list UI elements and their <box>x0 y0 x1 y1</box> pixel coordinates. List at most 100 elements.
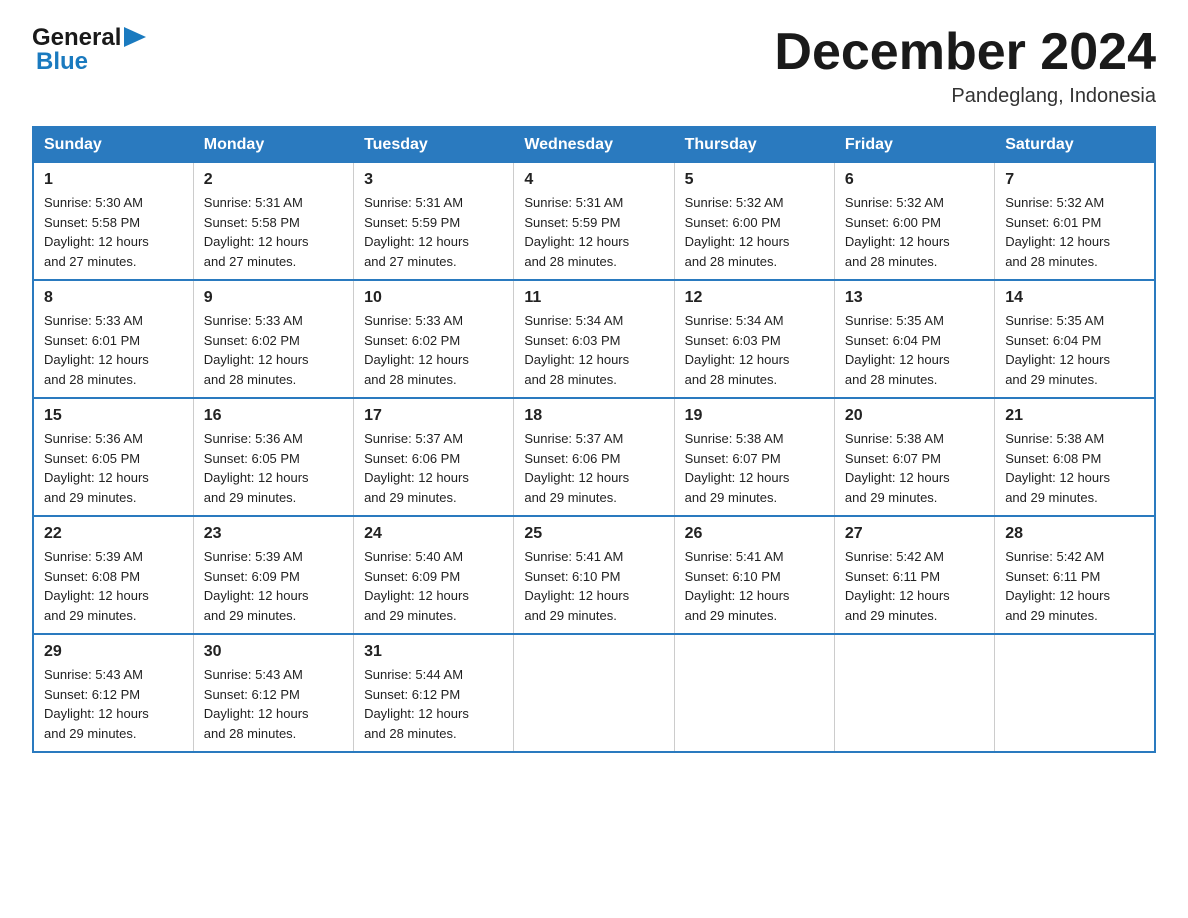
calendar-cell: 20 Sunrise: 5:38 AMSunset: 6:07 PMDaylig… <box>834 398 994 516</box>
col-header-tuesday: Tuesday <box>354 127 514 163</box>
calendar-cell: 23 Sunrise: 5:39 AMSunset: 6:09 PMDaylig… <box>193 516 353 634</box>
calendar-cell: 5 Sunrise: 5:32 AMSunset: 6:00 PMDayligh… <box>674 163 834 281</box>
calendar-cell: 27 Sunrise: 5:42 AMSunset: 6:11 PMDaylig… <box>834 516 994 634</box>
day-info: Sunrise: 5:36 AMSunset: 6:05 PMDaylight:… <box>44 431 149 505</box>
day-info: Sunrise: 5:30 AMSunset: 5:58 PMDaylight:… <box>44 195 149 269</box>
day-info: Sunrise: 5:43 AMSunset: 6:12 PMDaylight:… <box>44 667 149 741</box>
calendar-header-row: SundayMondayTuesdayWednesdayThursdayFrid… <box>33 127 1155 163</box>
calendar-cell <box>995 634 1155 752</box>
calendar-cell: 28 Sunrise: 5:42 AMSunset: 6:11 PMDaylig… <box>995 516 1155 634</box>
calendar-cell: 18 Sunrise: 5:37 AMSunset: 6:06 PMDaylig… <box>514 398 674 516</box>
day-number: 31 <box>364 643 503 661</box>
day-info: Sunrise: 5:32 AMSunset: 6:00 PMDaylight:… <box>845 195 950 269</box>
day-number: 4 <box>524 171 663 189</box>
day-info: Sunrise: 5:41 AMSunset: 6:10 PMDaylight:… <box>524 549 629 623</box>
calendar-cell: 13 Sunrise: 5:35 AMSunset: 6:04 PMDaylig… <box>834 280 994 398</box>
day-info: Sunrise: 5:44 AMSunset: 6:12 PMDaylight:… <box>364 667 469 741</box>
day-number: 15 <box>44 407 183 425</box>
logo: General Blue <box>32 24 146 76</box>
day-number: 14 <box>1005 289 1144 307</box>
day-info: Sunrise: 5:31 AMSunset: 5:59 PMDaylight:… <box>364 195 469 269</box>
day-number: 18 <box>524 407 663 425</box>
calendar-cell <box>834 634 994 752</box>
calendar-week-1: 1 Sunrise: 5:30 AMSunset: 5:58 PMDayligh… <box>33 163 1155 281</box>
col-header-friday: Friday <box>834 127 994 163</box>
day-info: Sunrise: 5:36 AMSunset: 6:05 PMDaylight:… <box>204 431 309 505</box>
day-number: 7 <box>1005 171 1144 189</box>
calendar-cell: 21 Sunrise: 5:38 AMSunset: 6:08 PMDaylig… <box>995 398 1155 516</box>
calendar-cell: 24 Sunrise: 5:40 AMSunset: 6:09 PMDaylig… <box>354 516 514 634</box>
day-info: Sunrise: 5:34 AMSunset: 6:03 PMDaylight:… <box>685 313 790 387</box>
calendar-week-3: 15 Sunrise: 5:36 AMSunset: 6:05 PMDaylig… <box>33 398 1155 516</box>
calendar-cell: 17 Sunrise: 5:37 AMSunset: 6:06 PMDaylig… <box>354 398 514 516</box>
col-header-wednesday: Wednesday <box>514 127 674 163</box>
title-area: December 2024 Pandeglang, Indonesia <box>774 24 1156 108</box>
day-info: Sunrise: 5:43 AMSunset: 6:12 PMDaylight:… <box>204 667 309 741</box>
day-info: Sunrise: 5:39 AMSunset: 6:09 PMDaylight:… <box>204 549 309 623</box>
page-header: General Blue December 2024 Pandeglang, I… <box>32 24 1156 108</box>
calendar-cell: 25 Sunrise: 5:41 AMSunset: 6:10 PMDaylig… <box>514 516 674 634</box>
day-info: Sunrise: 5:39 AMSunset: 6:08 PMDaylight:… <box>44 549 149 623</box>
day-number: 13 <box>845 289 984 307</box>
day-number: 16 <box>204 407 343 425</box>
day-info: Sunrise: 5:33 AMSunset: 6:01 PMDaylight:… <box>44 313 149 387</box>
calendar-cell: 8 Sunrise: 5:33 AMSunset: 6:01 PMDayligh… <box>33 280 193 398</box>
col-header-sunday: Sunday <box>33 127 193 163</box>
calendar-week-2: 8 Sunrise: 5:33 AMSunset: 6:01 PMDayligh… <box>33 280 1155 398</box>
day-info: Sunrise: 5:33 AMSunset: 6:02 PMDaylight:… <box>204 313 309 387</box>
day-number: 10 <box>364 289 503 307</box>
day-info: Sunrise: 5:38 AMSunset: 6:08 PMDaylight:… <box>1005 431 1110 505</box>
day-number: 17 <box>364 407 503 425</box>
day-info: Sunrise: 5:34 AMSunset: 6:03 PMDaylight:… <box>524 313 629 387</box>
calendar-cell: 3 Sunrise: 5:31 AMSunset: 5:59 PMDayligh… <box>354 163 514 281</box>
day-number: 24 <box>364 525 503 543</box>
calendar-week-5: 29 Sunrise: 5:43 AMSunset: 6:12 PMDaylig… <box>33 634 1155 752</box>
day-number: 11 <box>524 289 663 307</box>
calendar-cell: 30 Sunrise: 5:43 AMSunset: 6:12 PMDaylig… <box>193 634 353 752</box>
calendar-cell: 15 Sunrise: 5:36 AMSunset: 6:05 PMDaylig… <box>33 398 193 516</box>
day-info: Sunrise: 5:41 AMSunset: 6:10 PMDaylight:… <box>685 549 790 623</box>
day-info: Sunrise: 5:40 AMSunset: 6:09 PMDaylight:… <box>364 549 469 623</box>
calendar-cell: 12 Sunrise: 5:34 AMSunset: 6:03 PMDaylig… <box>674 280 834 398</box>
calendar-cell: 19 Sunrise: 5:38 AMSunset: 6:07 PMDaylig… <box>674 398 834 516</box>
day-number: 8 <box>44 289 183 307</box>
col-header-monday: Monday <box>193 127 353 163</box>
calendar-cell: 22 Sunrise: 5:39 AMSunset: 6:08 PMDaylig… <box>33 516 193 634</box>
day-number: 5 <box>685 171 824 189</box>
day-info: Sunrise: 5:38 AMSunset: 6:07 PMDaylight:… <box>845 431 950 505</box>
day-number: 22 <box>44 525 183 543</box>
day-number: 19 <box>685 407 824 425</box>
calendar-cell: 2 Sunrise: 5:31 AMSunset: 5:58 PMDayligh… <box>193 163 353 281</box>
day-info: Sunrise: 5:38 AMSunset: 6:07 PMDaylight:… <box>685 431 790 505</box>
calendar-cell: 29 Sunrise: 5:43 AMSunset: 6:12 PMDaylig… <box>33 634 193 752</box>
calendar-cell: 4 Sunrise: 5:31 AMSunset: 5:59 PMDayligh… <box>514 163 674 281</box>
day-number: 6 <box>845 171 984 189</box>
calendar-cell: 26 Sunrise: 5:41 AMSunset: 6:10 PMDaylig… <box>674 516 834 634</box>
day-number: 27 <box>845 525 984 543</box>
logo-blue-text: Blue <box>36 48 146 76</box>
calendar-cell: 10 Sunrise: 5:33 AMSunset: 6:02 PMDaylig… <box>354 280 514 398</box>
calendar-cell: 1 Sunrise: 5:30 AMSunset: 5:58 PMDayligh… <box>33 163 193 281</box>
day-info: Sunrise: 5:42 AMSunset: 6:11 PMDaylight:… <box>1005 549 1110 623</box>
day-info: Sunrise: 5:31 AMSunset: 5:58 PMDaylight:… <box>204 195 309 269</box>
calendar-cell: 6 Sunrise: 5:32 AMSunset: 6:00 PMDayligh… <box>834 163 994 281</box>
day-number: 30 <box>204 643 343 661</box>
location: Pandeglang, Indonesia <box>774 85 1156 108</box>
calendar-cell: 31 Sunrise: 5:44 AMSunset: 6:12 PMDaylig… <box>354 634 514 752</box>
day-info: Sunrise: 5:32 AMSunset: 6:01 PMDaylight:… <box>1005 195 1110 269</box>
day-number: 21 <box>1005 407 1144 425</box>
calendar-cell <box>674 634 834 752</box>
day-info: Sunrise: 5:37 AMSunset: 6:06 PMDaylight:… <box>524 431 629 505</box>
day-number: 1 <box>44 171 183 189</box>
day-number: 29 <box>44 643 183 661</box>
day-number: 12 <box>685 289 824 307</box>
day-number: 26 <box>685 525 824 543</box>
day-info: Sunrise: 5:37 AMSunset: 6:06 PMDaylight:… <box>364 431 469 505</box>
day-info: Sunrise: 5:35 AMSunset: 6:04 PMDaylight:… <box>845 313 950 387</box>
calendar-cell: 11 Sunrise: 5:34 AMSunset: 6:03 PMDaylig… <box>514 280 674 398</box>
day-number: 23 <box>204 525 343 543</box>
month-title: December 2024 <box>774 24 1156 81</box>
day-info: Sunrise: 5:42 AMSunset: 6:11 PMDaylight:… <box>845 549 950 623</box>
day-number: 20 <box>845 407 984 425</box>
day-info: Sunrise: 5:31 AMSunset: 5:59 PMDaylight:… <box>524 195 629 269</box>
